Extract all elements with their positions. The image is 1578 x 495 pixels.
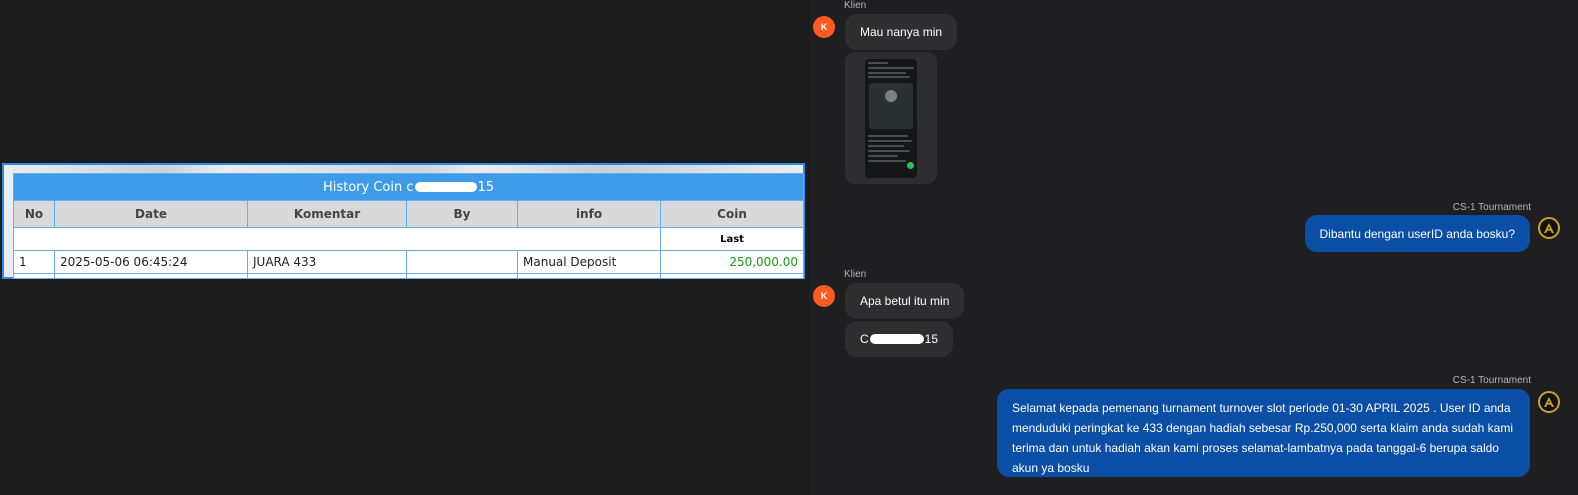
subheader-last-label: Last xyxy=(659,227,805,251)
client-message-bubble: Mau nanya min xyxy=(845,14,958,50)
gold-a-emblem-icon xyxy=(1544,223,1554,233)
phone-screenshot-thumbnail xyxy=(865,59,917,178)
agent-sender-name: CS-1 Tournament xyxy=(1452,202,1531,213)
agent-avatar xyxy=(1538,391,1560,413)
table-title-prefix: History Coin c xyxy=(322,179,414,195)
history-coin-table: History Coin c 15 No Date Komentar By inf… xyxy=(12,173,805,279)
gold-a-emblem-icon xyxy=(1544,397,1554,407)
agent-sender-name: CS-1 Tournament xyxy=(1452,375,1531,386)
column-header-by: By xyxy=(406,200,518,228)
message-text: Mau nanya min xyxy=(860,25,943,39)
screenshot-stage: History Coin c 15 No Date Komentar By inf… xyxy=(0,0,1578,495)
cell-komentar: JUARA 433 xyxy=(247,250,407,274)
agent-avatar xyxy=(1538,217,1560,239)
thumb-line xyxy=(868,67,914,69)
left-pane: History Coin c 15 No Date Komentar By inf… xyxy=(0,0,810,495)
partial-cell xyxy=(659,273,805,279)
cell-coin: 250,000.00 xyxy=(659,250,805,274)
background-map-strip xyxy=(4,165,803,173)
client-avatar: K xyxy=(813,285,835,307)
thumb-line xyxy=(868,155,898,157)
chat-pane: Klien K Mau nanya min CS-1 Tournament Di… xyxy=(810,0,1578,495)
message-text-suffix: 15 xyxy=(924,332,939,346)
partial-cell xyxy=(54,273,248,279)
column-header-komentar: Komentar xyxy=(247,200,407,228)
client-image-attachment[interactable] xyxy=(845,52,937,184)
client-message-bubble: Apa betul itu min xyxy=(845,283,965,319)
thumb-line xyxy=(868,160,906,162)
table-row: 1 2025-05-06 06:45:24 JUARA 433 Manual D… xyxy=(13,250,805,274)
message-text-prefix: C xyxy=(860,332,869,346)
table-title-row: History Coin c 15 xyxy=(12,173,805,201)
thumb-send-dot xyxy=(907,162,914,169)
client-message-bubble: C 15 xyxy=(845,321,954,357)
agent-message-bubble: Selamat kepada pemenang turnament turnov… xyxy=(997,389,1530,477)
message-text: Selamat kepada pemenang turnament turnov… xyxy=(1012,401,1513,475)
message-text: Apa betul itu min xyxy=(860,294,950,308)
history-table-frame: History Coin c 15 No Date Komentar By inf… xyxy=(2,163,805,279)
agent-message-bubble: Dibantu dengan userID anda bosku? xyxy=(1304,215,1530,252)
table-title-suffix: 15 xyxy=(477,179,495,195)
partial-cell xyxy=(13,273,55,279)
cell-info: Manual Deposit xyxy=(517,250,661,274)
client-sender-name: Klien xyxy=(844,269,867,280)
cell-no: 1 xyxy=(13,250,55,274)
column-header-date: Date xyxy=(54,200,248,228)
redaction-bar xyxy=(414,182,477,192)
client-sender-name: Klien xyxy=(844,0,867,11)
redaction-bar xyxy=(869,334,924,344)
thumb-line xyxy=(868,140,912,142)
thumb-line xyxy=(868,72,906,74)
partial-cell xyxy=(247,273,407,279)
column-header-no: No xyxy=(13,200,55,228)
table-subheader-row: Last xyxy=(13,227,805,251)
thumb-avatar xyxy=(885,90,897,102)
thumb-line xyxy=(868,150,910,152)
table-row-partial xyxy=(13,273,805,279)
partial-cell xyxy=(517,273,661,279)
table-header-row: No Date Komentar By info Coin xyxy=(13,200,805,228)
thumb-line xyxy=(868,135,908,137)
message-text: Dibantu dengan userID anda bosku? xyxy=(1319,226,1515,241)
cell-by xyxy=(406,250,518,274)
table-title: History Coin c 15 xyxy=(12,173,805,201)
cell-date: 2025-05-06 06:45:24 xyxy=(54,250,248,274)
subheader-empty-cell xyxy=(13,227,661,251)
thumb-line xyxy=(868,76,910,78)
column-header-info: info xyxy=(517,200,661,228)
thumb-line xyxy=(868,145,904,147)
column-header-coin: Coin xyxy=(659,200,805,228)
thumb-line xyxy=(868,62,888,64)
client-avatar: K xyxy=(813,16,835,38)
partial-cell xyxy=(406,273,518,279)
